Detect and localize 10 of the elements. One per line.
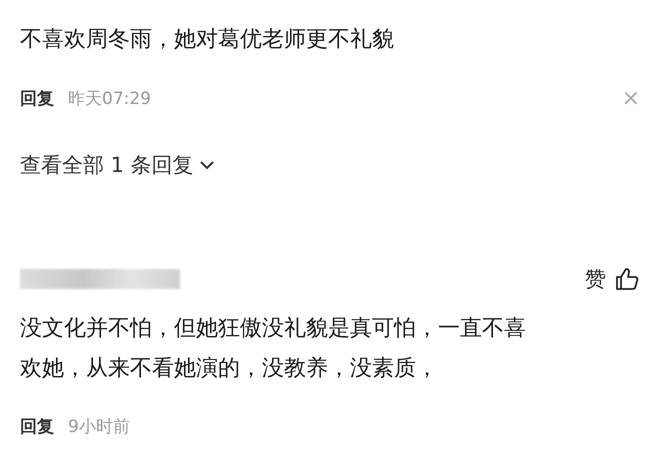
view-replies-link[interactable]: 查看全部 1 条回复	[20, 151, 640, 179]
reply-link[interactable]: 回复	[20, 87, 54, 110]
timestamp: 昨天07:29	[68, 88, 151, 110]
like-label[interactable]: 赞	[585, 265, 606, 293]
reply-link[interactable]: 回复	[20, 415, 54, 438]
thumbs-up-icon[interactable]	[614, 266, 640, 292]
chevron-down-icon	[200, 160, 214, 170]
comment-text: 不喜欢周冬雨，她对葛优老师更不礼貌	[20, 26, 395, 54]
timestamp: 9小时前	[68, 416, 130, 438]
comment-text: 没文化并不怕，但她狂傲没礼貌是真可怕，一直不喜欢她，从来不看她演的，没教养，没素质，	[20, 315, 527, 383]
